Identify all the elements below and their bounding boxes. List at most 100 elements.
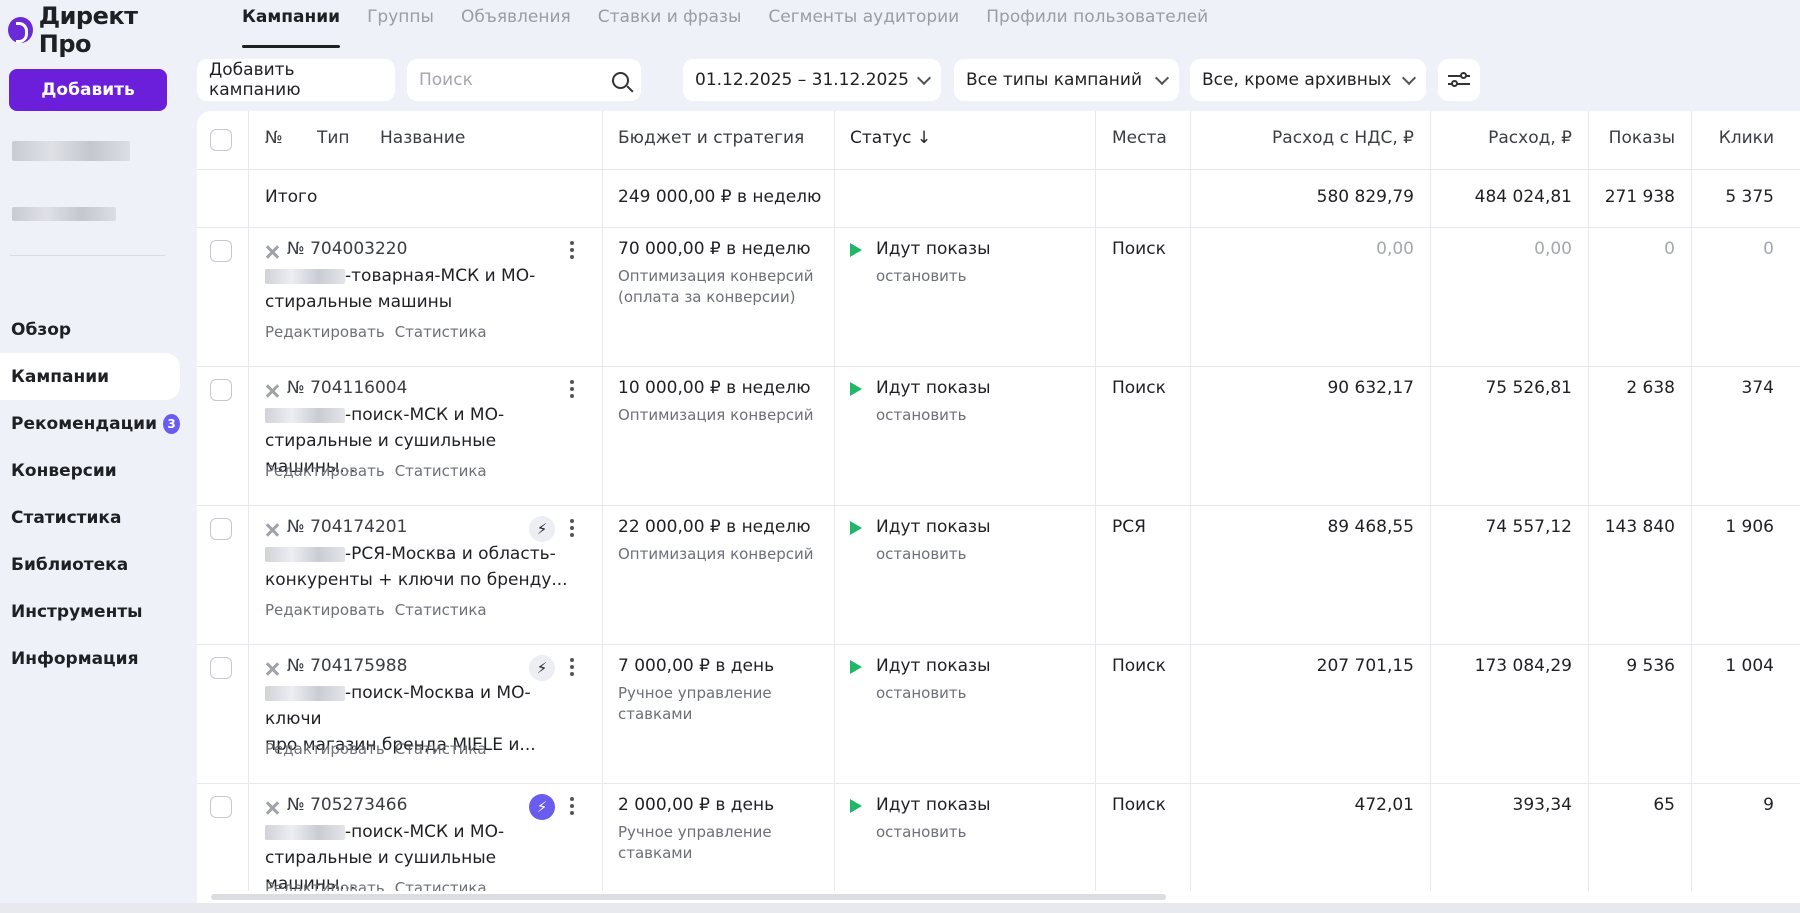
sidebar-item-info[interactable]: Информация <box>0 635 180 682</box>
bottom-edge <box>0 903 1800 913</box>
campaign-status: Идут показы <box>876 239 991 259</box>
sidebar-item-library[interactable]: Библиотека <box>0 541 180 588</box>
campaign-budget[interactable]: 7 000,00 ₽ в день <box>618 656 774 676</box>
row-checkbox[interactable] <box>210 657 232 679</box>
autotarget-bolt-icon[interactable]: ⚡ <box>529 794 555 820</box>
add-button[interactable]: Добавить <box>9 69 167 111</box>
tab-bids-phrases[interactable]: Ставки и фразы <box>598 0 742 48</box>
sidebar-item-recommendations[interactable]: Рекомендации 3 <box>0 400 180 447</box>
campaign-spend: 393,34 <box>1512 795 1572 815</box>
more-actions-icon[interactable] <box>570 658 574 679</box>
sidebar-item-statistics[interactable]: Статистика <box>0 494 180 541</box>
campaign-place: Поиск <box>1112 795 1166 815</box>
stats-link[interactable]: Статистика <box>395 879 487 891</box>
campaign-name[interactable]: -товарная-МСК и МО- стиральные машины <box>265 263 585 315</box>
add-campaign-button[interactable]: Добавить кампанию <box>197 59 395 101</box>
stats-link[interactable]: Статистика <box>395 601 487 619</box>
masked-name-part <box>265 546 345 562</box>
stop-link[interactable]: остановить <box>876 267 967 285</box>
tab-campaigns[interactable]: Кампании <box>242 0 341 48</box>
account-name-blurred[interactable] <box>12 141 130 161</box>
campaign-budget[interactable]: 2 000,00 ₽ в день <box>618 795 774 815</box>
stats-link[interactable]: Статистика <box>395 323 487 341</box>
stop-link[interactable]: остановить <box>876 545 967 563</box>
edit-link[interactable]: Редактировать <box>265 740 385 758</box>
table-row[interactable]: № 704175988 ⚡ -поиск-Москва и МО-ключи п… <box>197 645 1800 784</box>
table-row[interactable]: № 704174201 ⚡ -РСЯ-Москва и область- кон… <box>197 506 1800 645</box>
campaign-name-line2: конкуренты + ключи по бренду... <box>265 570 568 590</box>
row-checkbox[interactable] <box>210 796 232 818</box>
date-range-select[interactable]: 01.12.2025 – 31.12.2025 <box>683 59 941 101</box>
search-icon[interactable] <box>612 71 629 89</box>
edit-link[interactable]: Редактировать <box>265 601 385 619</box>
archive-filter-select[interactable]: Все, кроме архивных <box>1190 59 1426 101</box>
campaign-status: Идут показы <box>876 378 991 398</box>
autotarget-bolt-icon[interactable]: ⚡ <box>529 655 555 681</box>
campaign-type-select[interactable]: Все типы кампаний <box>954 59 1179 101</box>
row-checkbox[interactable] <box>210 518 232 540</box>
sidebar-item-conversions[interactable]: Конверсии <box>0 447 180 494</box>
toolbar: Добавить кампанию Поиск 01.12.2025 – 31.… <box>197 59 1800 101</box>
autotarget-bolt-icon[interactable]: ⚡ <box>529 516 555 542</box>
sidebar-item-label: Обзор <box>11 319 72 340</box>
chevron-down-icon <box>916 70 932 85</box>
row-checkbox[interactable] <box>210 379 232 401</box>
campaign-impressions: 65 <box>1653 795 1675 815</box>
table-row[interactable]: № 704116004 -поиск-МСК и МО- стиральные … <box>197 367 1800 506</box>
sidebar-item-campaigns[interactable]: Кампании <box>0 353 180 400</box>
campaign-id: № 704003220 <box>287 239 408 259</box>
campaign-impressions: 9 536 <box>1626 656 1675 676</box>
column-settings-button[interactable] <box>1438 59 1480 101</box>
tab-ads[interactable]: Объявления <box>461 0 571 48</box>
campaign-id: № 704175988 <box>287 656 408 676</box>
sidebar-item-tools[interactable]: Инструменты <box>0 588 180 635</box>
select-all-checkbox[interactable] <box>210 129 232 151</box>
tab-user-profiles[interactable]: Профили пользователей <box>986 0 1208 48</box>
scrollbar-thumb[interactable] <box>211 894 1166 900</box>
horizontal-scrollbar[interactable] <box>197 891 1800 903</box>
edit-link[interactable]: Редактировать <box>265 879 385 891</box>
logo[interactable]: Директ Про <box>8 2 190 58</box>
header-clicks[interactable]: Клики <box>1719 128 1774 148</box>
stop-link[interactable]: остановить <box>876 684 967 702</box>
header-budget[interactable]: Бюджет и стратегия <box>618 128 804 148</box>
more-actions-icon[interactable] <box>570 519 574 540</box>
header-spend-vat[interactable]: Расход с НДС, ₽ <box>1272 128 1414 148</box>
header-places[interactable]: Места <box>1112 128 1167 148</box>
campaign-place: Поиск <box>1112 378 1166 398</box>
campaign-budget[interactable]: 22 000,00 ₽ в неделю <box>618 517 811 537</box>
edit-link[interactable]: Редактировать <box>265 462 385 480</box>
header-status[interactable]: Статус ↓ <box>850 128 931 148</box>
campaign-spend: 74 557,12 <box>1485 517 1572 537</box>
header-num[interactable]: № <box>265 128 283 148</box>
stats-link[interactable]: Статистика <box>395 462 487 480</box>
header-type[interactable]: Тип <box>317 128 350 148</box>
row-checkbox[interactable] <box>210 240 232 262</box>
tab-groups[interactable]: Группы <box>367 0 434 48</box>
edit-link[interactable]: Редактировать <box>265 323 385 341</box>
table-row[interactable]: № 704003220 -товарная-МСК и МО- стиральн… <box>197 228 1800 367</box>
sidebar-item-overview[interactable]: Обзор <box>0 306 180 353</box>
campaign-links: Редактировать Статистика <box>265 879 497 891</box>
more-actions-icon[interactable] <box>570 380 574 401</box>
campaign-links: Редактировать Статистика <box>265 462 497 480</box>
header-spend[interactable]: Расход, ₽ <box>1488 128 1572 148</box>
campaign-budget[interactable]: 10 000,00 ₽ в неделю <box>618 378 811 398</box>
more-actions-icon[interactable] <box>570 241 574 262</box>
table-row[interactable]: № 705273466 ⚡ -поиск-МСК и МО- стиральны… <box>197 784 1800 891</box>
stats-link[interactable]: Статистика <box>395 740 487 758</box>
account-login-blurred[interactable] <box>12 207 116 221</box>
header-name[interactable]: Название <box>380 128 465 148</box>
stop-link[interactable]: остановить <box>876 406 967 424</box>
campaign-strategy: Ручное управление ставками <box>618 684 772 723</box>
search-input[interactable]: Поиск <box>407 59 641 101</box>
campaign-type-icon <box>265 662 279 676</box>
header-impressions[interactable]: Показы <box>1609 128 1675 148</box>
campaign-name[interactable]: -РСЯ-Москва и область- конкуренты + ключ… <box>265 541 585 593</box>
sidebar-item-label: Библиотека <box>11 554 129 575</box>
campaign-budget[interactable]: 70 000,00 ₽ в неделю <box>618 239 811 259</box>
stop-link[interactable]: остановить <box>876 823 967 841</box>
more-actions-icon[interactable] <box>570 797 574 818</box>
total-budget: 249 000,00 ₽ в неделю <box>618 187 822 207</box>
tab-audience-segments[interactable]: Сегменты аудитории <box>768 0 959 48</box>
